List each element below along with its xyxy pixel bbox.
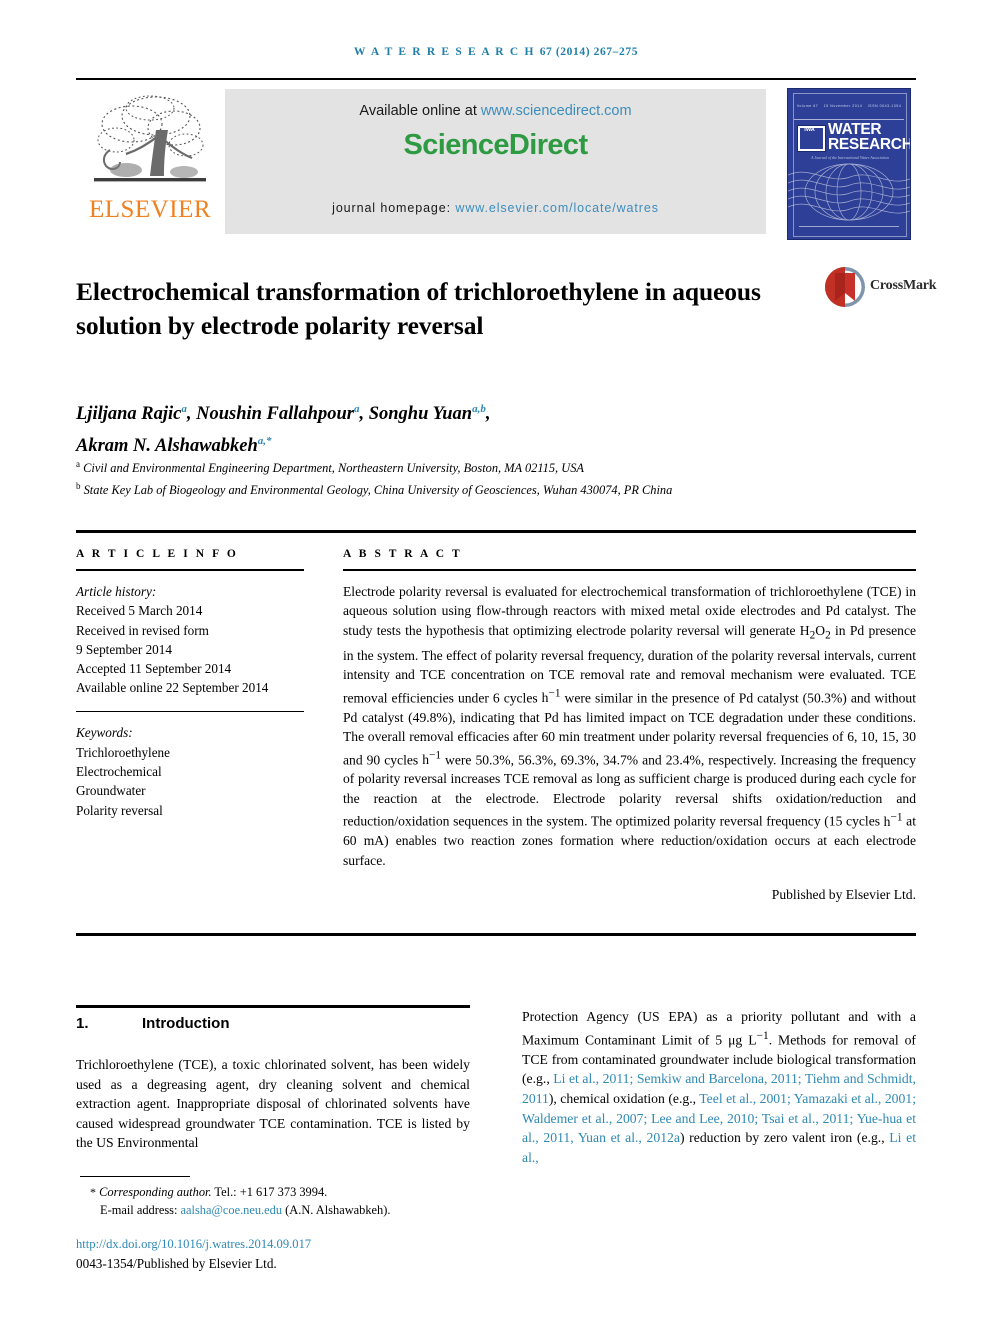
abstract-heading-rule — [343, 569, 916, 571]
footnote-marker: * — [90, 1185, 96, 1199]
introduction-rule — [76, 1005, 470, 1008]
cover-wave-graphic — [788, 163, 910, 221]
unit-superscript: −1 — [756, 1029, 769, 1042]
sciencedirect-banner: Available online at www.sciencedirect.co… — [225, 89, 766, 234]
author-affiliation-marker: a,* — [257, 435, 272, 448]
author-affiliation-marker: a — [353, 403, 360, 415]
elsevier-wordmark: ELSEVIER — [88, 196, 212, 223]
history-item: Available online 22 September 2014 — [76, 680, 269, 696]
history-item: Received in revised form — [76, 622, 209, 638]
iwa-logo-text: IWA — [804, 127, 815, 133]
cover-issn: ISSN 0043-1354 — [867, 104, 902, 108]
cover-subtitle: A Journal of the International Water Ass… — [811, 155, 889, 160]
running-head: W A T E R R E S E A R C H 67 (2014) 267–… — [0, 46, 992, 58]
keyword-item: Trichloroethylene — [76, 744, 171, 760]
masthead-band: ELSEVIER Available online at www.science… — [76, 78, 916, 242]
email-link[interactable]: aalsha@coe.neu.edu — [181, 1203, 283, 1217]
affiliation-item: b State Key Lab of Biogeology and Enviro… — [76, 478, 856, 500]
keyword-item: Electrochemical — [76, 763, 162, 779]
running-head-volume: 67 (2014) 267–275 — [539, 46, 639, 58]
body-column-right: Protection Agency (US EPA) as a priority… — [522, 1007, 916, 1167]
journal-homepage-prefix: journal homepage: — [332, 201, 456, 215]
article-history: Article history: Received 5 March 2014 R… — [76, 582, 304, 698]
history-item: Accepted 11 September 2014 — [76, 661, 232, 677]
cover-volume: Volume 67 — [796, 104, 819, 108]
unit-per-hour: h−1 — [883, 811, 903, 829]
abstract-column: A B S T R A C T Electrode polarity rever… — [343, 548, 916, 903]
affiliation-marker: a — [76, 459, 80, 469]
footnote-divider — [80, 1176, 190, 1177]
body-part: ) reduction by zero valent iron (e.g., — [679, 1130, 890, 1146]
author-affiliation-marker: a,b — [472, 403, 486, 415]
email-note: E-mail address: aalsha@coe.neu.edu (A.N.… — [76, 1202, 496, 1220]
journal-homepage-link[interactable]: www.elsevier.com/locate/watres — [455, 201, 658, 215]
page-title: Electrochemical transformation of trichl… — [76, 277, 761, 341]
keyword-list: Keywords: Trichloroethylene Electrochemi… — [76, 723, 304, 819]
author-name: Songhu Yuan — [368, 404, 473, 425]
keyword-item: Groundwater — [76, 783, 146, 799]
footnote-block: * Corresponding author. Tel.: +1 617 373… — [76, 1184, 496, 1219]
author-affiliation-marker: a — [181, 403, 187, 415]
corresponding-author-note: * Corresponding author. Tel.: +1 617 373… — [76, 1184, 496, 1202]
affiliation-item: a Civil and Environmental Engineering De… — [76, 456, 856, 478]
author-list: Ljiljana Rajica, Noushin Fallahpoura, So… — [76, 403, 491, 457]
section-number: 1. — [76, 1015, 89, 1032]
history-item: 9 September 2014 — [76, 641, 172, 657]
formula-h2o2: H2O2 — [799, 622, 831, 642]
issn-copyright: 0043-1354/Published by Elsevier Ltd. — [76, 1256, 277, 1271]
affiliation-list: a Civil and Environmental Engineering De… — [76, 456, 856, 499]
available-online-prefix: Available online at — [359, 103, 481, 119]
email-attribution: (A.N. Alshawabkeh). — [282, 1202, 391, 1217]
article-info-heading: A R T I C L E I N F O — [76, 548, 239, 560]
cover-date: 15 November 2014 — [823, 104, 863, 108]
body-column-left: Trichloroethylene (TCE), a toxic chlorin… — [76, 1057, 470, 1151]
section-divider-bottom — [76, 933, 916, 936]
crossmark-icon[interactable] — [824, 266, 866, 308]
unit-per-hour: h−1 — [541, 687, 561, 706]
keywords-divider — [76, 710, 304, 713]
cover-top-meta: Volume 67 15 November 2014 ISSN 0043-135… — [794, 95, 904, 117]
author-name: Noushin Fallahpour — [196, 404, 354, 425]
affiliation-text: State Key Lab of Biogeology and Environm… — [83, 482, 673, 497]
history-item: Received 5 March 2014 — [76, 603, 203, 619]
crossmark-label: CrossMark — [870, 278, 937, 293]
affiliation-marker: b — [76, 480, 81, 491]
section-heading-introduction: 1. Introduction — [76, 1015, 476, 1032]
cover-bottom-divider — [799, 226, 899, 227]
article-info-heading-rule — [76, 569, 304, 571]
elsevier-logo: ELSEVIER — [82, 90, 218, 235]
crossmark-badge[interactable]: CrossMark — [824, 266, 937, 310]
cover-divider — [794, 119, 904, 120]
section-title: Introduction — [142, 1015, 230, 1032]
section-divider-top — [76, 530, 916, 533]
iwa-logo-icon: IWA — [797, 125, 826, 152]
corresponding-author-label: Corresponding author. — [99, 1185, 212, 1199]
doi-link[interactable]: http://dx.doi.org/10.1016/j.watres.2014.… — [76, 1237, 496, 1252]
running-head-journal: W A T E R R E S E A R C H — [353, 46, 536, 58]
cover-journal-title: WATER RESEARCH — [828, 121, 911, 153]
affiliation-text: Civil and Environmental Engineering Depa… — [83, 461, 584, 476]
keyword-item: Polarity reversal — [76, 802, 163, 818]
article-info-column: A R T I C L E I N F O Article history: R… — [76, 548, 304, 820]
journal-homepage-text: journal homepage: www.elsevier.com/locat… — [225, 201, 766, 215]
corresponding-author-tel: Tel.: +1 617 373 3994. — [211, 1185, 328, 1199]
keywords-label: Keywords: — [76, 725, 133, 741]
unit-per-hour: h−1 — [422, 749, 442, 768]
article-history-label: Article history: — [76, 584, 157, 599]
available-online-text: Available online at www.sciencedirect.co… — [225, 103, 766, 119]
abstract-text: Electrode polarity reversal is evaluated… — [343, 582, 916, 870]
sciencedirect-link[interactable]: www.sciencedirect.com — [481, 103, 632, 119]
abstract-heading: A B S T R A C T — [343, 548, 463, 560]
sciencedirect-logo: ScienceDirect — [403, 129, 588, 161]
journal-article-page: W A T E R R E S E A R C H 67 (2014) 267–… — [0, 0, 992, 1323]
email-label: E-mail address: — [100, 1202, 181, 1217]
elsevier-tree-icon — [94, 95, 206, 182]
author-name: Akram N. Alshawabkeh — [76, 436, 258, 457]
body-part: ), chemical oxidation (e.g., — [548, 1090, 700, 1106]
author-name: Ljiljana Rajic — [76, 404, 182, 425]
abstract-publisher: Published by Elsevier Ltd. — [771, 887, 916, 902]
journal-cover-thumbnail: Volume 67 15 November 2014 ISSN 0043-135… — [787, 88, 911, 240]
